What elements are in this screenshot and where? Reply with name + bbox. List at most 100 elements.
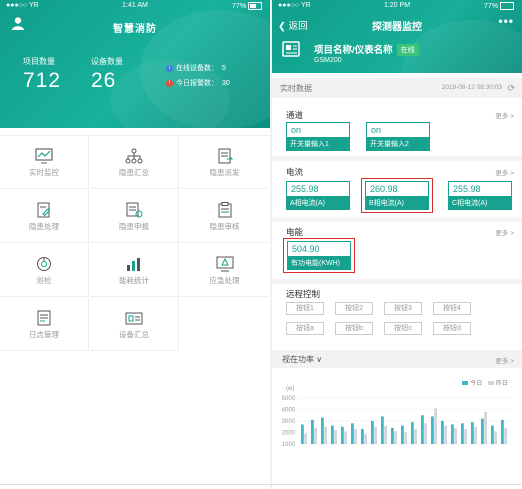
remote-button-3[interactable]: 按钮3 [384, 302, 422, 315]
section-title: 通道 [286, 110, 304, 120]
project-count-stat: 项目数量 712 [23, 56, 61, 93]
current-card[interactable]: 255.98 A相电流(A) [286, 181, 350, 210]
menu-hazard-audit[interactable]: 隐患审核 [180, 190, 269, 243]
menu-label: 隐患审核 [209, 222, 240, 231]
card-value: 255.98 [449, 182, 511, 196]
menu-hazard-summary[interactable]: 隐患汇总 [90, 136, 179, 189]
bar-stats-icon [127, 258, 140, 271]
alert-icon: ! [166, 79, 173, 87]
menu-realtime-monitor[interactable]: 实时监控 [0, 136, 89, 189]
alarms-today-info: ! 今日报警数： 30 [166, 78, 230, 88]
bar-today [361, 429, 364, 444]
more-link[interactable]: 更多 > [495, 167, 514, 177]
stat-value: 26 [91, 69, 117, 92]
bar-yesterday [474, 426, 477, 444]
apparent-power-chart: (w) 5000 4000 3000 2000 1000 [282, 386, 512, 448]
more-link[interactable]: 更多 > [495, 355, 514, 365]
y-tick-label: 1000 [282, 442, 296, 448]
battery-indicator: 77% [232, 2, 262, 10]
bar-today [321, 417, 324, 444]
battery-text: 77% [232, 2, 247, 10]
remote-button-d[interactable]: 按钮d [433, 322, 471, 335]
card-name: 有功电能(KWH) [288, 256, 350, 269]
remote-button-b[interactable]: 按钮b [335, 322, 373, 335]
status-bar: ●●●○○ YR 1:20 PM 77% [272, 2, 522, 14]
menu-log-management[interactable]: 日志管理 [0, 298, 89, 351]
current-card[interactable]: 255.98 C相电流(A) [448, 181, 512, 210]
card-name: C相电流(A) [449, 196, 511, 209]
menu-label: 隐患处理 [29, 222, 59, 231]
left-screen: ●●●○○ YR 1:41 AM 77% 智慧消防 项目数量 712 设备数量 … [0, 0, 270, 489]
menu-inspection[interactable]: 巡检 [0, 244, 89, 297]
stat-label: 项目数量 [23, 57, 55, 66]
menu-label: 隐患派发 [209, 168, 240, 177]
online-devices-info: i 在线设备数： 5 [166, 63, 226, 73]
more-link[interactable]: 更多 > [495, 227, 514, 237]
section-separator [272, 156, 522, 161]
remote-button-2[interactable]: 按钮2 [335, 302, 373, 315]
menu-hazard-dispatch[interactable]: 隐患派发 [180, 136, 269, 189]
y-tick-label: 4000 [282, 408, 296, 414]
card-value: on [287, 123, 349, 137]
refresh-icon[interactable]: ⟳ [507, 83, 515, 94]
bar-yesterday [314, 427, 317, 444]
y-tick-label: 5000 [282, 396, 296, 402]
device-count-stat: 设备数量 26 [91, 56, 123, 93]
remote-button-4[interactable]: 按钮4 [433, 302, 471, 315]
bar-today [461, 423, 464, 444]
report-doc-icon [126, 202, 143, 218]
bar-yesterday [364, 433, 367, 444]
monitor-chart-icon [35, 148, 53, 164]
channel-card[interactable]: on 开关量输入1 [286, 122, 350, 151]
menu-emergency[interactable]: 应急处理 [180, 244, 269, 297]
menu-device-summary[interactable]: 设备汇总 [90, 298, 179, 351]
bar-yesterday [324, 426, 327, 444]
bar-yesterday [384, 425, 387, 444]
device-model: GSM200 [314, 57, 342, 64]
alarms-today-value: 30 [222, 80, 230, 87]
menu-label: 应急处理 [209, 276, 240, 285]
power-dropdown[interactable]: 视在功率 ∨ [282, 354, 322, 365]
menu-energy-stats[interactable]: 能耗统计 [90, 244, 179, 297]
channel-section: 通道 更多 > on 开关量输入1 on 开关量输入2 [272, 104, 522, 158]
menu-label: 隐患申报 [119, 222, 149, 231]
bar-today [481, 418, 484, 444]
channel-card[interactable]: on 开关量输入2 [366, 122, 430, 151]
right-screen: ●●●○○ YR 1:20 PM 77% ❮ 返回 探测器监控 ••• 项目名称… [272, 0, 522, 489]
section-title: 电能 [286, 227, 304, 237]
realtime-timestamp: 2019-08-12 08:30:03 [441, 84, 502, 91]
menu-hazard-report[interactable]: 隐患申报 [90, 190, 179, 243]
stat-label: 设备数量 [91, 57, 123, 66]
bar-today [451, 424, 454, 444]
bar-yesterday [434, 408, 437, 444]
info-icon: i [166, 64, 173, 72]
bottom-border [0, 484, 522, 485]
remote-button-c[interactable]: 按钮c [384, 322, 422, 335]
bar-yesterday [394, 431, 397, 444]
bar-today [311, 419, 314, 444]
menu-label: 隐患汇总 [119, 168, 149, 177]
card-name: A相电流(A) [287, 196, 349, 209]
bar-yesterday [484, 411, 487, 444]
realtime-label: 实时数据 [280, 84, 312, 93]
inspection-icon [37, 257, 51, 271]
bar-yesterday [424, 423, 427, 444]
bar-today [301, 424, 304, 444]
bar-yesterday [504, 427, 507, 444]
remote-button-1[interactable]: 按钮1 [286, 302, 324, 315]
menu-label: 能耗统计 [119, 276, 149, 285]
screen-emergency-icon [216, 256, 233, 272]
card-name: 开关量输入1 [287, 137, 349, 150]
bar-yesterday [464, 429, 467, 444]
more-link[interactable]: 更多 > [495, 110, 514, 120]
bar-yesterday [404, 432, 407, 444]
device-icon [282, 41, 300, 57]
remote-button-a[interactable]: 按钮a [286, 322, 324, 335]
bar-today [331, 425, 334, 444]
energy-card[interactable]: 504.90 有功电能(KWH) [287, 241, 351, 270]
bar-yesterday [444, 425, 447, 444]
current-card[interactable]: 260.98 B相电流(A) [365, 181, 429, 210]
menu-hazard-handle[interactable]: 隐患处理 [0, 190, 89, 243]
more-menu-button[interactable]: ••• [498, 14, 514, 28]
bar-today [491, 425, 494, 444]
